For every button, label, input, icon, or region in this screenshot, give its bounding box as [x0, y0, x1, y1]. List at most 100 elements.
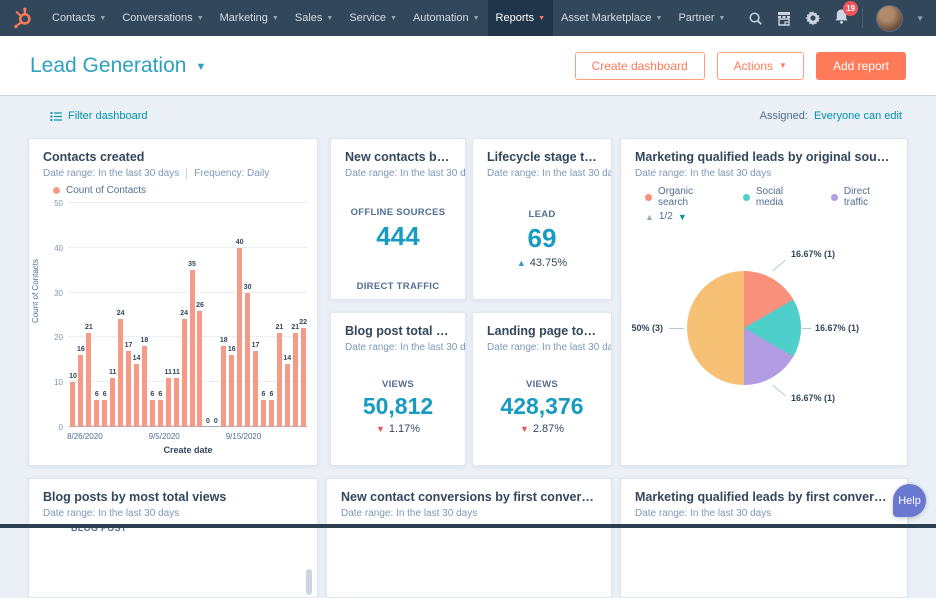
legend-dot [831, 194, 838, 201]
delta-up-icon: ▲ [517, 258, 526, 268]
card-title: Blog post total views a... [345, 324, 451, 338]
chevron-down-icon: ▼ [779, 61, 787, 70]
kpi-value: 444 [331, 221, 465, 252]
nav-item-service[interactable]: Service▼ [341, 0, 405, 36]
settings-gear-icon[interactable] [805, 10, 821, 26]
nav-item-label: Contacts [52, 12, 95, 24]
assigned-value-link[interactable]: Everyone can edit [814, 110, 902, 122]
delta-down-icon: ▼ [520, 424, 529, 434]
kpi-label: DIRECT TRAFFIC [331, 281, 465, 292]
legend-label: Count of Contacts [66, 185, 146, 196]
card-date-range: Date range: In the last 30 days [345, 168, 466, 179]
nav-item-partner[interactable]: Partner ▼ [670, 0, 733, 36]
page-title: Lead Generation [30, 54, 186, 78]
card-date-range: Date range: In the last 30 days [635, 508, 771, 519]
dashboard-title-dropdown[interactable]: Lead Generation ▼ [30, 54, 206, 78]
filter-dashboard-link[interactable]: Filter dashboard [50, 110, 148, 122]
legend-label: Social media [756, 186, 809, 208]
button-label: Create dashboard [592, 59, 688, 73]
nav-item-contacts[interactable]: Contacts ▼ [44, 0, 114, 36]
legend-label: Direct traffic [844, 186, 893, 208]
kpi-delta: ▲ 43.75% [473, 257, 611, 269]
kpi-value: 50,812 [331, 393, 465, 420]
nav-item-label: Partner [678, 12, 714, 24]
nav-item-label: Automation [413, 12, 469, 24]
chevron-down-icon: ▼ [473, 15, 480, 22]
help-button[interactable]: Help [893, 484, 926, 517]
legend-label: Organic search [658, 186, 721, 208]
nav-item-label: Sales [295, 12, 323, 24]
assigned-label: Assigned: [760, 110, 808, 122]
kpi-value: 69 [473, 223, 611, 254]
card-landing-page-total-views: Landing page total vie... Date range: In… [472, 312, 612, 466]
bar-plot: 01020304050 1016216611241714186611112435… [69, 203, 307, 427]
pie-slice-label: 16.67% (1) [791, 393, 835, 403]
kpi-delta: ▼ 2.87% [473, 423, 611, 435]
nav-item-automation[interactable]: Automation ▼ [405, 0, 488, 36]
card-blog-post-total-views: Blog post total views a... Date range: I… [330, 312, 466, 466]
x-axis-title: Create date [69, 445, 307, 455]
chevron-down-icon: ▼ [719, 15, 726, 22]
pie-slice-label: 50% (3) [631, 323, 663, 333]
dashboard-body: Filter dashboard Assigned: Everyone can … [0, 96, 936, 528]
nav-item-reports[interactable]: Reports▼ [488, 0, 553, 36]
chevron-down-icon: ▼ [538, 15, 545, 22]
scrollbar[interactable] [306, 569, 312, 595]
card-date-range: Date range: In the last 30 days [345, 342, 466, 353]
user-avatar[interactable] [876, 5, 903, 32]
card-mql-by-original-source: Marketing qualified leads by original so… [620, 138, 908, 466]
nav-item-label: Reports [496, 12, 535, 24]
legend-page-down-icon[interactable]: ▼ [678, 212, 687, 222]
card-date-range: Date range: In the last 30 days [43, 508, 179, 519]
nav-item-conversations[interactable]: Conversations▼ [114, 0, 211, 36]
card-date-range: Date range: In the last 30 days [43, 168, 179, 179]
kpi-label: VIEWS [331, 379, 465, 390]
nav-item-marketing[interactable]: Marketing ▼ [212, 0, 287, 36]
button-label: Add report [833, 59, 889, 73]
account-chevron-down-icon[interactable]: ▼ [916, 14, 924, 23]
card-date-range: Date range: In the last 30 days [635, 168, 771, 179]
delta-value: 2.87% [533, 423, 564, 435]
legend-item-social-media[interactable]: Social media [743, 186, 809, 208]
header-actions: Create dashboard Actions▼ Add report [575, 52, 906, 80]
legend-page-up-icon[interactable]: ▲ [645, 212, 654, 222]
pie-slice-label: 16.67% (1) [791, 249, 835, 259]
bar-series[interactable]: 1016216611241714186611112435260018164030… [69, 203, 307, 427]
nav-item-label: Marketing [220, 12, 268, 24]
actions-button[interactable]: Actions▼ [717, 52, 804, 80]
marketplace-icon[interactable] [776, 10, 792, 26]
delta-value: 43.75% [530, 257, 567, 269]
chevron-down-icon: ▼ [272, 15, 279, 22]
pie-chart[interactable] [687, 271, 801, 385]
delta-value: 1.17% [389, 423, 420, 435]
card-title: New contacts by source [345, 150, 451, 164]
legend-item-organic-search[interactable]: Organic search [645, 186, 721, 208]
contacts-legend-dot [53, 187, 60, 194]
notification-count-badge: 19 [843, 1, 858, 16]
legend-dot [743, 194, 750, 201]
kpi-label: VIEWS [473, 379, 611, 390]
legend-item-direct-traffic[interactable]: Direct traffic [831, 186, 893, 208]
legend-dot [645, 194, 652, 201]
search-icon[interactable] [747, 10, 763, 26]
card-contacts-created: Contacts created Date range: In the last… [28, 138, 318, 466]
filter-bar: Filter dashboard Assigned: Everyone can … [50, 108, 902, 124]
notifications-bell-icon[interactable]: 19 [834, 8, 849, 29]
nav-item-asset-marketplace[interactable]: Asset Marketplace▼ [553, 0, 670, 36]
card-blog-posts-by-most-total-views: Blog posts by most total views Date rang… [28, 478, 318, 598]
legend-page-indicator: 1/2 [659, 211, 673, 222]
nav-item-sales[interactable]: Sales▼ [287, 0, 341, 36]
divider [186, 169, 187, 179]
filter-icon [50, 111, 62, 122]
create-dashboard-button[interactable]: Create dashboard [575, 52, 705, 80]
chevron-down-icon: ▼ [656, 15, 663, 22]
hubspot-logo-icon[interactable] [10, 5, 36, 31]
add-report-button[interactable]: Add report [816, 52, 906, 80]
chevron-down-icon: ▼ [99, 15, 106, 22]
card-title: Blog posts by most total views [43, 490, 303, 504]
nav-item-label: Conversations [122, 12, 192, 24]
card-title: Landing page total vie... [487, 324, 597, 338]
pie-callout-line [773, 385, 786, 396]
window-bottom-edge [0, 524, 936, 528]
kpi-value: 428,376 [473, 393, 611, 420]
